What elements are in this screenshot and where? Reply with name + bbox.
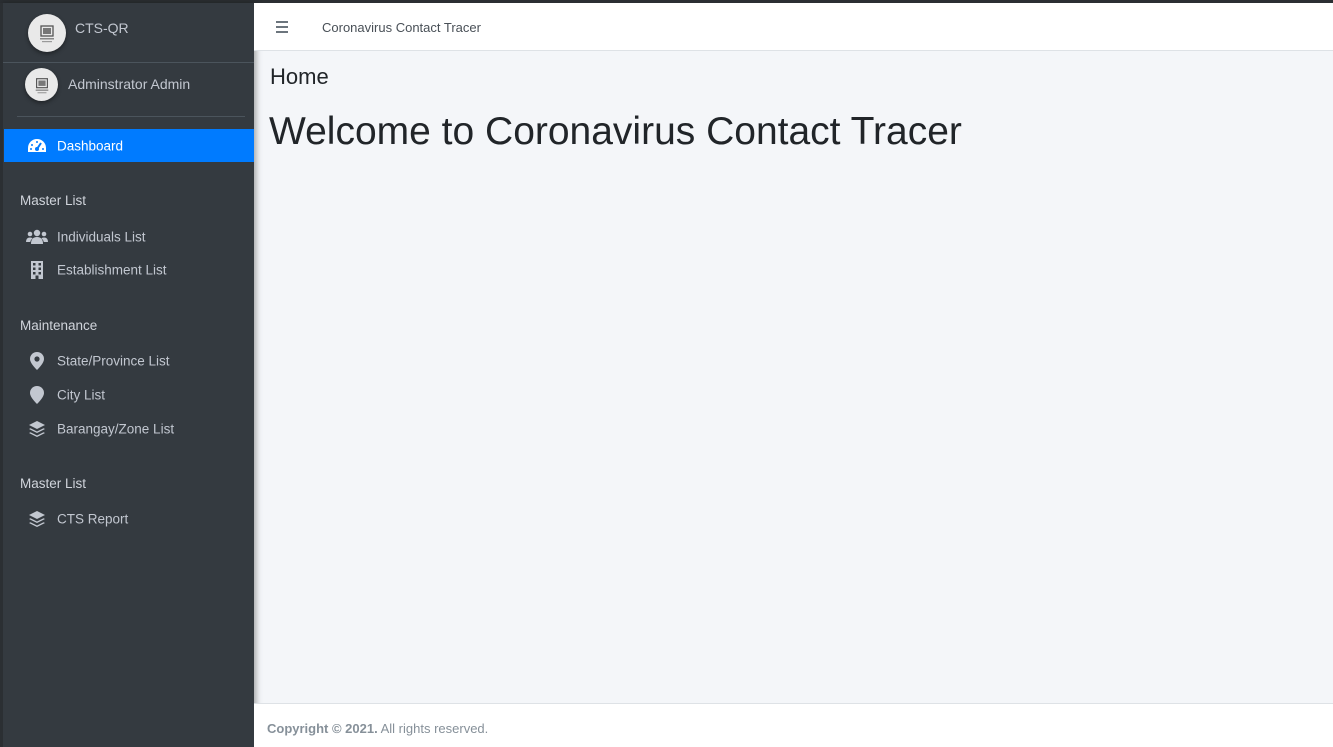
sidebar-item-label: State/Province List <box>57 353 170 368</box>
layers-icon <box>26 509 48 529</box>
users-icon <box>26 227 48 247</box>
nav-header-master-list: Master List <box>20 193 87 208</box>
sidebar-item-label: Dashboard <box>57 138 124 153</box>
map-marker-icon <box>26 351 48 371</box>
brand-name: CTS-QR <box>75 20 129 36</box>
copyright-text: Copyright © 2021. <box>267 721 378 736</box>
sidebar-item-label: Individuals List <box>57 229 146 244</box>
sidebar-item-label: Barangay/Zone List <box>57 421 175 436</box>
sidebar-item-establishment-list[interactable]: Establishment List <box>4 253 254 286</box>
footer: Copyright © 2021. All rights reserved. <box>254 703 1333 747</box>
tachometer-icon <box>26 136 48 156</box>
avatar <box>25 68 58 101</box>
layers-icon <box>26 419 48 439</box>
sidebar-item-individuals-list[interactable]: Individuals List <box>4 220 254 253</box>
sidebar-item-label: Establishment List <box>57 262 167 277</box>
hamburger-icon[interactable] <box>276 17 292 37</box>
sidebar: CTS-QR Adminstrator Admin Dashboard Mast… <box>0 3 254 747</box>
brand-link[interactable]: CTS-QR <box>3 3 254 63</box>
rights-text: All rights reserved. <box>377 721 489 736</box>
map-pin-icon <box>26 385 48 405</box>
sidebar-item-city-list[interactable]: City List <box>4 378 254 411</box>
brand-logo <box>28 14 66 52</box>
navbar-title[interactable]: Coronavirus Contact Tracer <box>322 20 481 35</box>
sidebar-item-barangay-zone-list[interactable]: Barangay/Zone List <box>4 412 254 445</box>
sidebar-item-label: CTS Report <box>57 511 129 526</box>
sidebar-item-dashboard[interactable]: Dashboard <box>4 129 254 162</box>
image-not-available-icon <box>40 25 54 43</box>
top-navbar: Coronavirus Contact Tracer <box>254 3 1333 51</box>
page-title: Home <box>270 64 329 89</box>
welcome-heading: Welcome to Coronavirus Contact Tracer <box>269 110 962 153</box>
building-icon <box>26 260 48 280</box>
user-name[interactable]: Adminstrator Admin <box>68 76 190 92</box>
sidebar-item-label: City List <box>57 387 106 402</box>
sidebar-item-cts-report[interactable]: CTS Report <box>4 502 254 535</box>
nav-header-maintenance: Maintenance <box>20 318 98 333</box>
nav-header-master-list-2: Master List <box>20 476 87 491</box>
footer-text: Copyright © 2021. All rights reserved. <box>267 721 488 736</box>
user-panel[interactable]: Adminstrator Admin <box>17 62 245 117</box>
sidebar-item-state-province-list[interactable]: State/Province List <box>4 344 254 377</box>
image-not-available-icon <box>35 77 48 93</box>
